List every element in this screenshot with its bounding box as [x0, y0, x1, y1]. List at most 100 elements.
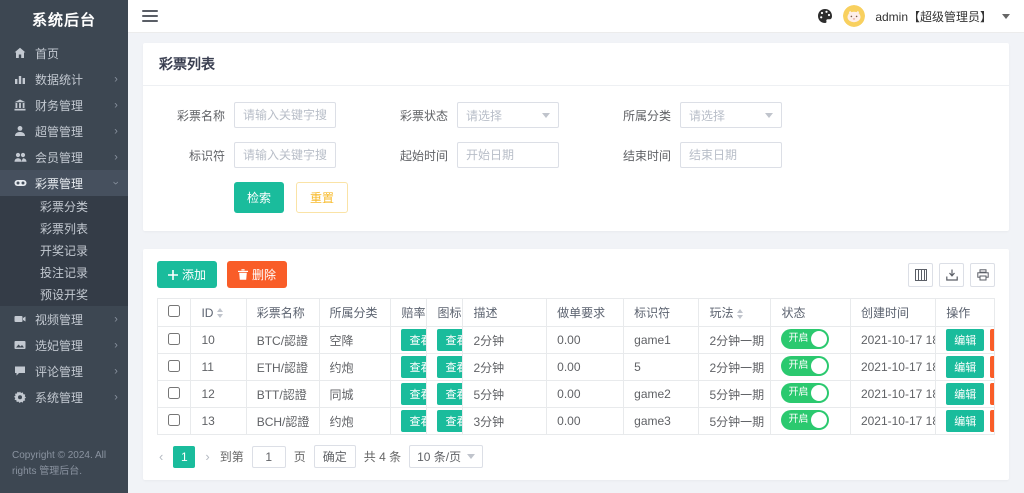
sidebar-subitem-preset-draw[interactable]: 预设开奖 [0, 284, 128, 306]
sidebar-item-members[interactable]: 会员管理 › [0, 144, 128, 170]
view-odds-button[interactable]: 查看 [401, 356, 426, 378]
search-button[interactable]: 检索 [234, 182, 285, 213]
sidebar-subitem-lottery-category[interactable]: 彩票分类 [0, 196, 128, 218]
status-toggle[interactable]: 开启 [781, 328, 830, 349]
category-select[interactable]: 请选择 [680, 102, 782, 128]
identifier-input[interactable] [234, 142, 336, 168]
cell-category: 空降 [318, 326, 392, 354]
sidebar-item-statistics[interactable]: 数据统计 › [0, 66, 128, 92]
sidebar-item-lottery[interactable]: 彩票管理 › [0, 170, 128, 196]
header-category: 所属分类 [318, 298, 392, 327]
chevron-down-icon: › [109, 181, 123, 185]
cell-category: 同城 [318, 380, 392, 408]
view-icon-button[interactable]: 查看 [437, 410, 462, 432]
cell-id: 13 [190, 407, 247, 435]
view-odds-button[interactable]: 查看 [401, 329, 426, 351]
edit-button[interactable]: 编辑 [946, 329, 985, 351]
sidebar-item-finance[interactable]: 财务管理 › [0, 92, 128, 118]
start-date-input[interactable] [457, 142, 559, 168]
cell-created: 2021-10-17 18:20 [849, 353, 937, 381]
status-toggle[interactable]: 开启 [781, 382, 830, 403]
sidebar-item-home[interactable]: 首页 [0, 40, 128, 66]
cell-id: 11 [190, 353, 247, 381]
sort-icon[interactable] [217, 308, 224, 319]
view-odds-button[interactable]: 查看 [401, 410, 426, 432]
cell-identifier: game3 [623, 407, 700, 435]
header-status: 状态 [770, 298, 851, 327]
user-menu-caret-icon[interactable] [1002, 13, 1010, 19]
user-icon [13, 124, 27, 138]
delete-button[interactable]: 删除 [990, 410, 994, 432]
bulk-delete-button[interactable]: 删除 [227, 261, 288, 288]
cell-order-req: 0.00 [546, 407, 625, 435]
edit-button[interactable]: 编辑 [946, 410, 985, 432]
hamburger-menu-icon[interactable] [142, 10, 158, 22]
goto-confirm-button[interactable]: 确定 [313, 445, 356, 468]
table-card: 添加 删除 ID 彩票名称 所属分类 赔率 图标 描述 做单要求 标识符 玩法 … [143, 249, 1009, 480]
view-icon-button[interactable]: 查看 [437, 329, 462, 351]
sidebar-item-comments[interactable]: 评论管理 › [0, 358, 128, 384]
sidebar-subitem-lottery-list[interactable]: 彩票列表 [0, 218, 128, 240]
print-icon-button[interactable] [970, 262, 995, 287]
chevron-right-icon: › [114, 72, 118, 86]
delete-button[interactable]: 删除 [990, 356, 994, 378]
reset-button[interactable]: 重置 [296, 182, 349, 213]
next-page-icon[interactable]: › [203, 449, 211, 464]
cell-name: BTT/認證 [245, 380, 320, 408]
header-id[interactable]: ID [190, 298, 247, 327]
app-title: 系统后台 [31, 12, 96, 29]
select-all-checkbox[interactable] [168, 305, 180, 317]
page-title: 彩票列表 [143, 43, 1009, 86]
add-button[interactable]: 添加 [157, 261, 218, 288]
cell-icon: 查看 [426, 326, 464, 354]
view-icon-button[interactable]: 查看 [437, 356, 462, 378]
sidebar-item-label: 系统管理 [35, 390, 84, 405]
status-toggle[interactable]: 开启 [781, 409, 830, 430]
cell-order-req: 0.00 [546, 380, 625, 408]
prev-page-icon[interactable]: ‹ [157, 449, 165, 464]
logged-in-user[interactable]: admin【超级管理员】 [875, 8, 992, 25]
header-play[interactable]: 玩法 [698, 298, 772, 327]
edit-button[interactable]: 编辑 [946, 356, 985, 378]
cell-play: 5分钟一期 [698, 380, 772, 408]
view-icon-button[interactable]: 查看 [437, 383, 462, 405]
sidebar-item-superadmin[interactable]: 超管管理 › [0, 118, 128, 144]
sidebar-item-video[interactable]: 视频管理 › [0, 306, 128, 332]
sidebar-item-label: 首页 [35, 46, 60, 61]
pagination: ‹ 1 › 到第 页 确定 共 4 条 10 条/页 [157, 445, 995, 468]
sidebar-subitem-draw-records[interactable]: 开奖记录 [0, 240, 128, 262]
column-settings-icon-button[interactable] [908, 262, 933, 287]
user-avatar[interactable] [843, 5, 866, 27]
lottery-status-select[interactable]: 请选择 [457, 102, 559, 128]
row-checkbox[interactable] [168, 413, 180, 426]
cell-status: 开启 [770, 353, 851, 381]
header-icon: 图标 [426, 298, 464, 327]
cell-description: 5分钟 [462, 380, 548, 408]
sidebar-item-system[interactable]: 系统管理 › [0, 384, 128, 410]
sidebar-item-selection[interactable]: 选妃管理 › [0, 332, 128, 358]
main-area: admin【超级管理员】 彩票列表 彩票名称 彩票状态 [128, 0, 1024, 493]
goto-prefix-label: 到第 [219, 450, 244, 464]
row-checkbox[interactable] [168, 332, 180, 345]
theme-palette-icon[interactable] [817, 8, 833, 24]
page-number-button[interactable]: 1 [173, 445, 196, 468]
table-toolbar: 添加 删除 [157, 261, 995, 288]
delete-button[interactable]: 删除 [990, 383, 994, 405]
cell-name: BTC/認證 [245, 326, 320, 354]
sidebar-subitem-bet-records[interactable]: 投注记录 [0, 262, 128, 284]
goto-page-input[interactable] [251, 445, 286, 468]
view-odds-button[interactable]: 查看 [401, 383, 426, 405]
per-page-select[interactable]: 10 条/页 [409, 445, 484, 468]
lottery-name-input[interactable] [234, 102, 336, 128]
export-icon-button[interactable] [939, 262, 964, 287]
edit-button[interactable]: 编辑 [946, 383, 985, 405]
status-toggle[interactable]: 开启 [781, 355, 830, 376]
sort-icon[interactable] [737, 308, 744, 319]
delete-button[interactable]: 删除 [990, 329, 994, 351]
total-count-label: 共 4 条 [363, 450, 402, 464]
cell-status: 开启 [770, 380, 851, 408]
row-checkbox[interactable] [168, 386, 180, 399]
per-page-value: 10 条/页 [417, 450, 462, 464]
end-date-input[interactable] [680, 142, 782, 168]
row-checkbox[interactable] [168, 359, 180, 372]
